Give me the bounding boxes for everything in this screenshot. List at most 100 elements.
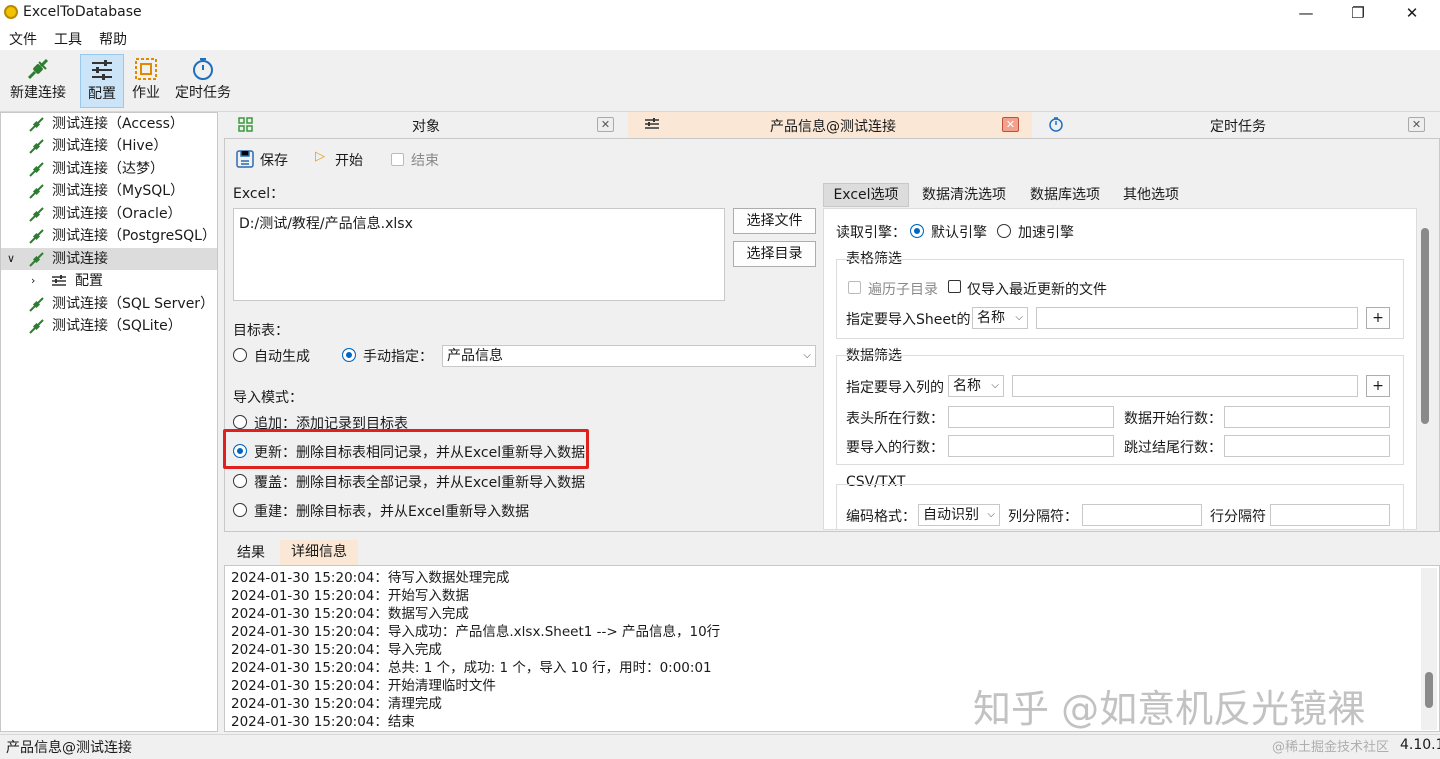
tab-details[interactable]: 详细信息: [280, 540, 358, 565]
tree-item-config[interactable]: › 配置: [1, 270, 217, 292]
minimize-button[interactable]: —: [1286, 2, 1326, 24]
scrollbar-thumb[interactable]: [1425, 672, 1433, 708]
menu-file[interactable]: 文件: [9, 29, 37, 49]
new-connection-label: 新建连接: [10, 85, 66, 101]
target-table-select[interactable]: 产品信息 ⌵: [442, 345, 816, 367]
grid-icon: [238, 117, 253, 132]
close-tab-icon[interactable]: ✕: [1002, 117, 1019, 132]
tab-result[interactable]: 结果: [230, 542, 272, 565]
fast-engine-radio[interactable]: [997, 224, 1011, 238]
sheet-name-input[interactable]: [1036, 307, 1358, 329]
rebuild-mode-radio[interactable]: [233, 503, 247, 517]
header-row-input[interactable]: [948, 406, 1114, 428]
result-tabs: 结果 详细信息: [224, 540, 1440, 565]
append-mode-radio[interactable]: [233, 415, 247, 429]
tree-item-oracle[interactable]: 测试连接（Oracle）: [1, 203, 217, 225]
close-tab-icon[interactable]: ✕: [1408, 117, 1425, 132]
tree-item-label: 测试连接（Oracle）: [52, 206, 182, 222]
tree-item-postgresql[interactable]: 测试连接（PostgreSQL）: [1, 225, 217, 247]
default-engine-label: 默认引擎: [931, 225, 987, 241]
choose-file-button[interactable]: 选择文件: [733, 208, 816, 234]
latest-only-label: 仅导入最近更新的文件: [967, 282, 1107, 298]
tab-other-options[interactable]: 其他选项: [1113, 183, 1189, 207]
auto-generate-label: 自动生成: [254, 349, 310, 365]
plug-icon: [29, 207, 44, 222]
column-mode-select[interactable]: 名称 ⌵: [948, 375, 1004, 397]
tree-item-hive[interactable]: 测试连接（Hive）: [1, 135, 217, 157]
log-scrollbar[interactable]: [1421, 568, 1437, 730]
tab-product-info[interactable]: 产品信息@测试连接 ✕: [628, 112, 1032, 138]
column-select-label: 指定要导入列的: [846, 380, 944, 396]
log-line: 2024-01-30 15:20:04：数据写入完成: [231, 606, 469, 622]
tree-item-test-connection[interactable]: ∨ 测试连接: [1, 248, 217, 270]
tab-label: 对象: [412, 119, 440, 135]
add-sheet-button[interactable]: +: [1366, 307, 1390, 329]
log-line: 2024-01-30 15:20:04：导入成功：产品信息.xlsx.Sheet…: [231, 624, 721, 640]
excel-path-input[interactable]: D:/测试/教程/产品信息.xlsx: [233, 208, 725, 301]
tab-objects[interactable]: 对象 ✕: [224, 112, 628, 138]
options-tabs: Excel选项 数据清洗选项 数据库选项 其他选项: [823, 183, 1227, 207]
app-logo-icon: [4, 5, 18, 19]
column-name-input[interactable]: [1012, 375, 1358, 397]
update-mode-radio[interactable]: [233, 444, 247, 458]
close-window-button[interactable]: ✕: [1392, 2, 1432, 24]
sheet-select-label: 指定要导入Sheet的: [846, 312, 971, 328]
menu-tools[interactable]: 工具: [54, 29, 82, 49]
skip-tail-input[interactable]: [1224, 435, 1390, 457]
tab-data-cleaning[interactable]: 数据清洗选项: [913, 183, 1015, 207]
title-bar: ExcelToDatabase — ❐ ✕: [0, 0, 1440, 26]
tree-item-sqlserver[interactable]: 测试连接（SQL Server）: [1, 293, 217, 315]
close-tab-icon[interactable]: ✕: [597, 117, 614, 132]
row-separator-input[interactable]: [1270, 504, 1390, 526]
chevron-down-icon: ⌵: [1015, 312, 1023, 323]
tab-excel-options[interactable]: Excel选项: [823, 183, 909, 207]
column-separator-input[interactable]: [1082, 504, 1202, 526]
data-start-input[interactable]: [1224, 406, 1390, 428]
new-connection-button[interactable]: 新建连接: [4, 54, 72, 108]
auto-generate-radio[interactable]: [233, 348, 247, 362]
data-start-label: 数据开始行数：: [1124, 411, 1222, 427]
chevron-down-icon: ⌵: [803, 350, 811, 361]
log-line: 2024-01-30 15:20:04：结束: [231, 714, 415, 730]
tree-item-label: 测试连接（Access）: [52, 116, 184, 132]
timer-icon: [1049, 117, 1063, 132]
column-separator-label: 列分隔符：: [1008, 509, 1078, 525]
tree-item-sqlite[interactable]: 测试连接（SQLite）: [1, 315, 217, 337]
plug-icon: [29, 117, 44, 132]
config-label: 配置: [88, 86, 116, 102]
latest-only-checkbox[interactable]: [948, 280, 961, 293]
scrollbar-thumb[interactable]: [1421, 228, 1429, 424]
choose-directory-button[interactable]: 选择目录: [733, 241, 816, 267]
tab-database-options[interactable]: 数据库选项: [1019, 183, 1111, 207]
status-text: 产品信息@测试连接: [6, 740, 132, 756]
sheet-mode-value: 名称: [977, 310, 1005, 326]
config-button[interactable]: 配置: [80, 54, 124, 108]
log-line: 2024-01-30 15:20:04：开始清理临时文件: [231, 678, 496, 694]
overwrite-mode-radio[interactable]: [233, 474, 247, 488]
maximize-button[interactable]: ❐: [1338, 2, 1378, 24]
chevron-down-icon[interactable]: ∨: [7, 248, 15, 270]
schedule-button[interactable]: 定时任务: [172, 54, 234, 108]
default-engine-radio[interactable]: [910, 224, 924, 238]
job-button[interactable]: 作业: [128, 54, 164, 108]
sliders-icon: [81, 55, 123, 85]
tab-schedule[interactable]: 定时任务 ✕: [1032, 112, 1440, 138]
log-line: 2024-01-30 15:20:04：开始写入数据: [231, 588, 469, 604]
chevron-right-icon[interactable]: ›: [31, 270, 35, 292]
rows-to-import-input[interactable]: [948, 435, 1114, 457]
sheet-mode-select[interactable]: 名称 ⌵: [972, 307, 1028, 329]
log-line: 2024-01-30 15:20:04：待写入数据处理完成: [231, 570, 510, 586]
add-column-button[interactable]: +: [1366, 375, 1390, 397]
plug-icon: [29, 184, 44, 199]
log-line: 2024-01-30 15:20:04：清理完成: [231, 696, 442, 712]
tree-item-dameng[interactable]: 测试连接（达梦）: [1, 158, 217, 180]
encoding-select[interactable]: 自动识别 ⌵: [918, 504, 1000, 526]
encoding-label: 编码格式：: [846, 509, 916, 525]
options-scrollbar[interactable]: [1419, 208, 1431, 530]
status-bar: 产品信息@测试连接 4.10.1 @稀土掘金技术社区: [0, 734, 1440, 759]
menu-help[interactable]: 帮助: [99, 29, 127, 49]
tree-item-mysql[interactable]: 测试连接（MySQL）: [1, 180, 217, 202]
manual-specify-radio[interactable]: [342, 348, 356, 362]
tree-item-access[interactable]: 测试连接（Access）: [1, 113, 217, 135]
subdirs-checkbox: [848, 281, 861, 294]
